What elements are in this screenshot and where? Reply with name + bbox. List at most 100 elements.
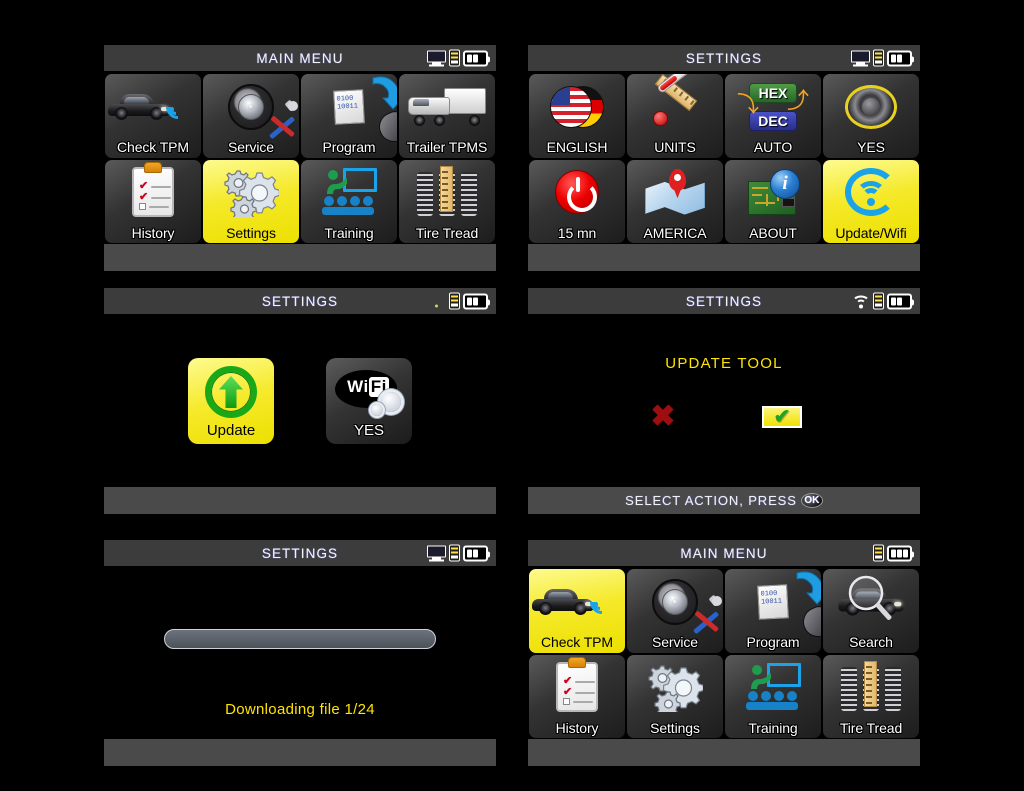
wifi-tile[interactable]: Wi Fi YES (326, 358, 412, 444)
page-title: SETTINGS (261, 293, 339, 309)
tile-label: 15 mn (557, 224, 597, 241)
tile-label: History (131, 224, 175, 241)
truck-signal-icon (399, 76, 495, 138)
power-icon (529, 162, 625, 224)
magnifier-icon (848, 575, 892, 620)
progress-bar (164, 629, 436, 649)
status-bar (872, 544, 915, 562)
menu-tile-service[interactable]: Service (203, 74, 299, 158)
confirm-dialog: UPDATE TOOL ✖ ✔ (528, 315, 920, 487)
menu-tile-training[interactable]: Training (725, 654, 821, 738)
footer-bar (104, 739, 496, 766)
training-icon (301, 162, 397, 224)
tile-label: Service (228, 139, 274, 156)
map-pin-icon (627, 162, 723, 224)
download-status: Downloading file 1/24 (104, 567, 496, 739)
tile-label: ABOUT (749, 224, 797, 241)
blue-down-arrow-icon (796, 571, 821, 605)
status-bar (427, 49, 491, 67)
monitor-icon (851, 50, 870, 66)
menu-tile-program[interactable]: 0100 10011 Program (301, 74, 397, 158)
menu-tile-settings[interactable]: Settings (627, 654, 723, 738)
menu-tile-program[interactable]: 0100 10011 Program (725, 569, 821, 653)
menu-tile-training[interactable]: Training (301, 159, 397, 243)
menu-grid: Check TPM Service (528, 567, 920, 739)
confirm-button[interactable]: ✔ (762, 406, 802, 428)
tile-label: Search (849, 634, 893, 651)
tire-tools-icon (203, 76, 299, 138)
tile-label: AMERICA (643, 224, 707, 241)
footer-text: SELECT ACTION, PRESS OK (625, 493, 823, 508)
menu-tile-history[interactable]: ✔ ✔ History (529, 654, 625, 738)
confirm-message: UPDATE TOOL (665, 355, 783, 372)
program-sensor-icon: 0100 10011 (725, 571, 821, 642)
menu-tile-check-tpm[interactable]: Check TPM (105, 74, 201, 158)
screen-body: Check TPM Service (104, 72, 496, 271)
screenshot-stage: MAIN MENU Check TPM Service 0100 10011 P… (0, 0, 1024, 791)
footer-bar: SELECT ACTION, PRESS OK (528, 487, 920, 514)
tool-icon (872, 49, 885, 67)
title-bar: SETTINGS (528, 288, 920, 315)
status-bar (852, 292, 915, 310)
tile-label: History (555, 719, 599, 736)
blue-down-arrow-icon (372, 76, 397, 110)
screen-body: UPDATE TOOL ✖ ✔ SELECT ACTION, PRESS OK (528, 315, 920, 514)
menu-tile-history[interactable]: ✔ ✔ History (105, 159, 201, 243)
page-title: SETTINGS (685, 293, 763, 309)
speaker-icon (823, 76, 919, 138)
ok-button-glyph[interactable]: OK (800, 493, 823, 508)
menu-tile-check-tpm[interactable]: Check TPM (529, 569, 625, 653)
battery-icon (887, 50, 915, 66)
tile-label: ENGLISH (546, 139, 608, 156)
footer-bar (528, 739, 920, 766)
update-tile[interactable]: Update (188, 358, 274, 444)
title-bar: MAIN MENU (528, 540, 920, 567)
update-wifi-icon (823, 162, 919, 224)
menu-tile-tire-tread[interactable]: Tire Tread (399, 159, 495, 243)
tile-label: Training (748, 719, 798, 736)
wrench-screwdriver-icon (693, 594, 722, 633)
tire-tools-icon (627, 571, 723, 633)
panel-settings-update-wifi: SETTINGS Update Wi Fi YES (104, 288, 496, 514)
settings-tile-sound[interactable]: YES (823, 74, 919, 158)
green-up-arrow-icon (188, 364, 274, 420)
car-signal-icon (529, 571, 625, 633)
units-icon (627, 74, 723, 138)
flags-icon (529, 76, 625, 138)
menu-tile-search[interactable]: Search (823, 569, 919, 653)
battery-icon (887, 293, 915, 309)
settings-tile-region[interactable]: AMERICA (627, 159, 723, 243)
panel-downloading: SETTINGS Downloading file 1/24 (104, 540, 496, 766)
settings-tile-language[interactable]: ENGLISH (529, 74, 625, 158)
tile-label: Check TPM (117, 139, 189, 156)
menu-tile-settings[interactable]: Settings (203, 159, 299, 243)
gears-icon (627, 657, 723, 719)
cancel-button[interactable]: ✖ (646, 402, 680, 432)
settings-tile-format[interactable]: HEX DEC ⤵ ⤴ AUTO (725, 74, 821, 158)
program-sensor-icon: 0100 10011 (301, 76, 397, 147)
settings-tile-units[interactable]: UNITS (627, 74, 723, 158)
car-signal-icon (105, 76, 201, 138)
clipboard-icon: ✔ ✔ (529, 657, 625, 719)
about-info-icon: i (725, 162, 821, 224)
tire-tread-icon (823, 657, 919, 719)
car-magnifier-icon (823, 571, 919, 633)
tile-label: AUTO (753, 139, 793, 156)
title-bar: SETTINGS (104, 540, 496, 567)
download-text: Downloading file 1/24 (225, 701, 375, 718)
tool-icon (872, 292, 885, 310)
battery-icon (463, 545, 491, 561)
settings-tile-auto-off[interactable]: 15 mn (529, 159, 625, 243)
panel-main-menu-checktpm-selected: MAIN MENU Check TPM Service 0100 10011 P… (528, 540, 920, 766)
footer-label: SELECT ACTION, PRESS (625, 493, 797, 508)
tile-label: Settings (226, 224, 276, 241)
menu-tile-service[interactable]: Service (627, 569, 723, 653)
screen-body: Downloading file 1/24 (104, 567, 496, 766)
settings-tile-update-wifi[interactable]: Update/Wifi (823, 159, 919, 243)
menu-tile-trailer-tpms[interactable]: Trailer TPMS (399, 74, 495, 158)
title-bar: MAIN MENU (104, 45, 496, 72)
menu-tile-tire-tread[interactable]: Tire Tread (823, 654, 919, 738)
settings-tile-about[interactable]: i ABOUT (725, 159, 821, 243)
tile-label: Tire Tread (415, 224, 479, 241)
gears-icon (203, 162, 299, 224)
